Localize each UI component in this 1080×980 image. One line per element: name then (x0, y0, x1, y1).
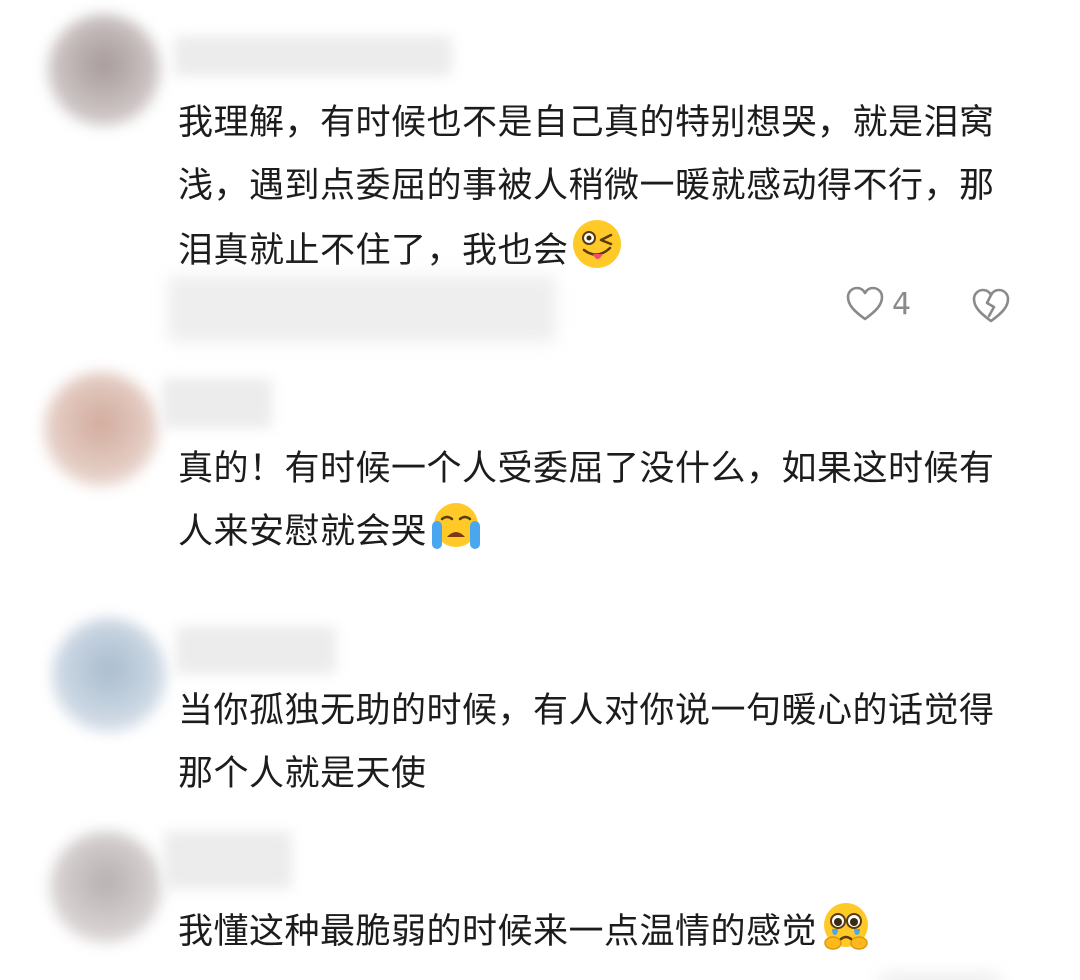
comment-text: 真的！有时候一个人受委屈了没什么，如果这时候有人来安慰就会哭 (178, 438, 1018, 572)
username-redacted[interactable] (174, 36, 452, 76)
holding-back-tears-emoji-icon (819, 901, 873, 972)
username-redacted[interactable] (176, 626, 336, 674)
comment-text: 我懂这种最脆弱的时候来一点温情的感觉 (178, 901, 1018, 972)
comment-item: 当你孤独无助的时候，有人对你说一句暖心的话觉得那个人就是天使 (0, 610, 1080, 825)
dislike-button[interactable] (972, 288, 1010, 324)
comment-text-content: 我懂这种最脆弱的时候来一点温情的感觉 (178, 912, 818, 952)
avatar[interactable] (50, 831, 162, 943)
comment-text-content: 当你孤独无助的时候，有人对你说一句暖心的话觉得那个人就是天使 (178, 691, 995, 794)
heart-icon (846, 286, 884, 322)
comment-text: 当你孤独无助的时候，有人对你说一句暖心的话觉得那个人就是天使 (178, 680, 1018, 806)
comment-actions-cutoff (880, 973, 1000, 980)
winking-tongue-emoji-icon (571, 218, 623, 291)
username-redacted[interactable] (162, 378, 272, 428)
broken-heart-icon (972, 288, 1010, 324)
comment-item: 真的！有时候一个人受委屈了没什么，如果这时候有人来安慰就会哭 (0, 360, 1080, 610)
avatar[interactable] (52, 618, 166, 732)
loudly-crying-emoji-icon (429, 501, 483, 572)
avatar[interactable] (44, 372, 158, 486)
username-redacted[interactable] (164, 831, 292, 889)
comment-text: 我理解，有时候也不是自己真的特别想哭，就是泪窝浅，遇到点委屈的事被人稍微一暖就感… (178, 92, 1018, 291)
comment-item: 我懂这种最脆弱的时候来一点温情的感觉 (0, 825, 1080, 980)
like-count: 4 (892, 286, 912, 322)
comment-text-content: 真的！有时候一个人受委屈了没什么，如果这时候有人来安慰就会哭 (178, 449, 995, 552)
comment-feed: 我理解，有时候也不是自己真的特别想哭，就是泪窝浅，遇到点委屈的事被人稍微一暖就感… (0, 0, 1080, 980)
avatar[interactable] (48, 14, 160, 126)
comment-meta-redacted (168, 276, 556, 342)
like-button[interactable]: 4 (846, 286, 911, 322)
comment-item: 我理解，有时候也不是自己真的特别想哭，就是泪窝浅，遇到点委屈的事被人稍微一暖就感… (0, 0, 1080, 360)
